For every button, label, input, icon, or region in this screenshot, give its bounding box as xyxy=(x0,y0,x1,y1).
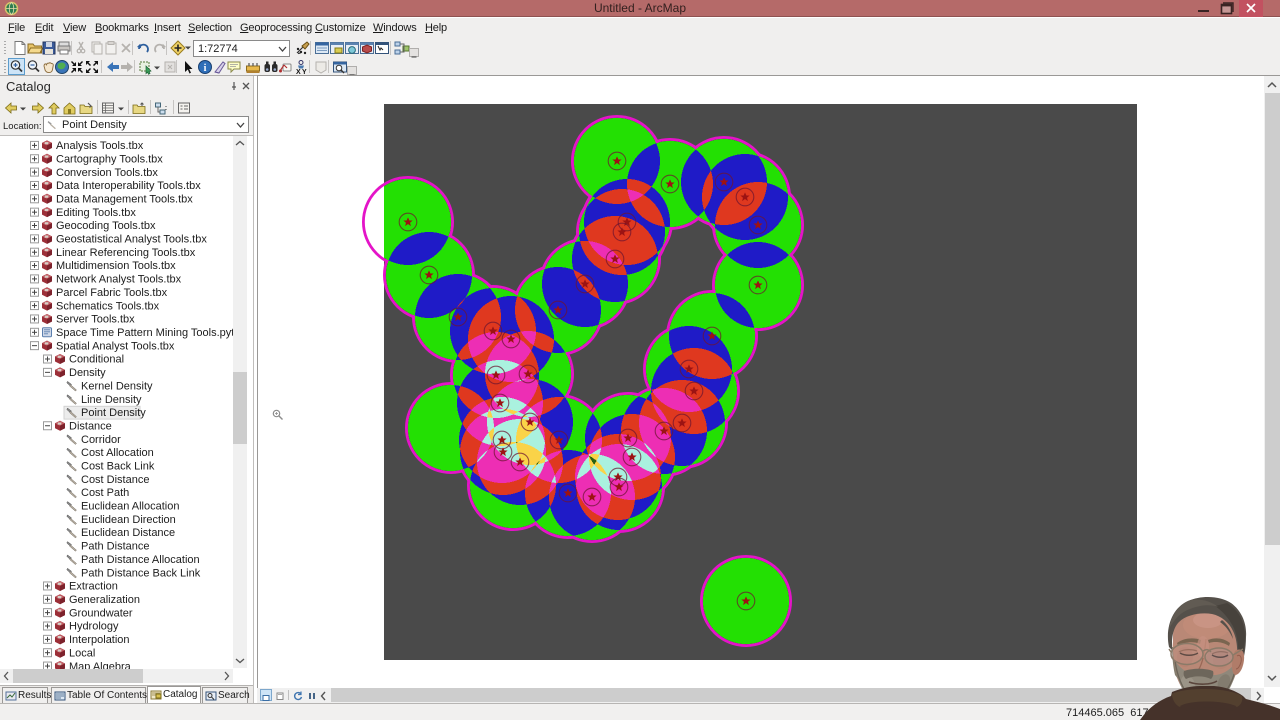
svg-text:Groundwater: Groundwater xyxy=(69,607,133,619)
svg-text:Cost Distance: Cost Distance xyxy=(81,474,149,486)
svg-text:Cost Back Link: Cost Back Link xyxy=(81,461,155,473)
svg-text:Kernel Density: Kernel Density xyxy=(81,380,153,392)
svg-text:Corridor: Corridor xyxy=(81,434,121,446)
svg-text:Geostatistical Analyst Tools.t: Geostatistical Analyst Tools.tbx xyxy=(56,234,207,246)
svg-text:Cost Path: Cost Path xyxy=(81,487,129,499)
svg-text:Cost Allocation: Cost Allocation xyxy=(81,447,154,459)
svg-text:Geocoding Tools.tbx: Geocoding Tools.tbx xyxy=(56,220,156,232)
svg-text:Path Distance: Path Distance xyxy=(81,541,149,553)
svg-text:Point Density: Point Density xyxy=(81,407,146,419)
svg-text:Density: Density xyxy=(69,367,106,379)
svg-text:Analysis Tools.tbx: Analysis Tools.tbx xyxy=(56,140,144,152)
svg-text:Space Time Pattern Mining Tool: Space Time Pattern Mining Tools.pyt xyxy=(56,327,234,339)
svg-text:Interpolation: Interpolation xyxy=(69,634,130,646)
svg-text:Euclidean Direction: Euclidean Direction xyxy=(81,514,176,526)
svg-text:Local: Local xyxy=(69,647,95,659)
svg-text:Editing Tools.tbx: Editing Tools.tbx xyxy=(56,207,136,219)
svg-text:Network Analyst Tools.tbx: Network Analyst Tools.tbx xyxy=(56,274,182,286)
svg-text:Spatial Analyst Tools.tbx: Spatial Analyst Tools.tbx xyxy=(56,340,175,352)
svg-text:Extraction: Extraction xyxy=(69,581,118,593)
svg-text:Server Tools.tbx: Server Tools.tbx xyxy=(56,314,135,326)
svg-text:Cartography Tools.tbx: Cartography Tools.tbx xyxy=(56,153,163,165)
svg-text:Line Density: Line Density xyxy=(81,394,142,406)
svg-text:i: i xyxy=(204,63,207,74)
svg-text:Generalization: Generalization xyxy=(69,594,140,606)
svg-text:Parcel Fabric Tools.tbx: Parcel Fabric Tools.tbx xyxy=(56,287,168,299)
svg-text:Schematics Tools.tbx: Schematics Tools.tbx xyxy=(56,300,160,312)
svg-text:Multidimension Tools.tbx: Multidimension Tools.tbx xyxy=(56,260,176,272)
svg-text:Hydrology: Hydrology xyxy=(69,621,119,633)
svg-text:Path Distance Back Link: Path Distance Back Link xyxy=(81,567,201,579)
svg-text:Data Management Tools.tbx: Data Management Tools.tbx xyxy=(56,194,193,206)
svg-text:Distance: Distance xyxy=(69,420,112,432)
svg-text:Conversion Tools.tbx: Conversion Tools.tbx xyxy=(56,167,158,179)
svg-text:Euclidean Allocation: Euclidean Allocation xyxy=(81,501,179,513)
svg-text:Linear Referencing Tools.tbx: Linear Referencing Tools.tbx xyxy=(56,247,196,259)
svg-text:Euclidean Distance: Euclidean Distance xyxy=(81,527,175,539)
svg-text:Data Interoperability Tools.tb: Data Interoperability Tools.tbx xyxy=(56,180,201,192)
svg-text:Path Distance Allocation: Path Distance Allocation xyxy=(81,554,200,566)
svg-text:Conditional: Conditional xyxy=(69,354,124,366)
